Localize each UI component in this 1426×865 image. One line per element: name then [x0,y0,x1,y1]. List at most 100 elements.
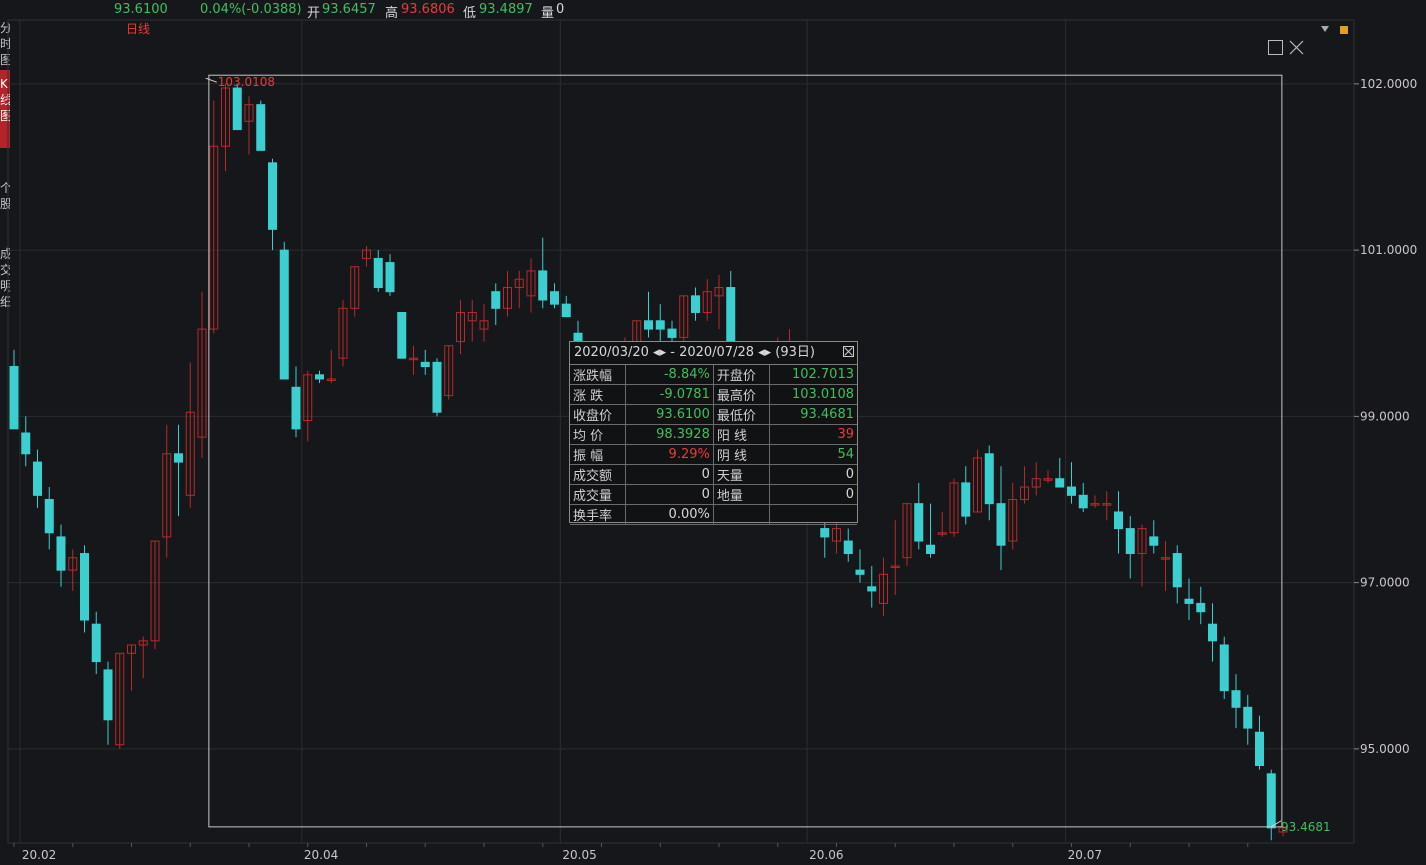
stats-value: 93.6100 [624,404,714,425]
candle-down [1208,623,1217,642]
stats-row: 成交额 0 天量 0 [570,464,857,485]
stats-row: 涨跌幅 -8.84% 开盘价 102.7013 [570,365,857,385]
stats-label: 开盘价 [712,365,770,385]
candle-down [1184,598,1194,604]
stats-row: 振 幅 9.29% 阴 线 54 [570,444,857,465]
stats-row: 收盘价 93.6100 最低价 93.4681 [570,404,857,425]
stats-label: 阳 线 [712,424,770,445]
stats-label: 成交量 [570,484,626,505]
y-tick-label: 95.0000 [1360,742,1410,756]
stats-value: 0 [624,464,714,485]
candle-down [103,669,113,721]
stats-label: 成交额 [570,464,626,485]
stats-value: 39 [768,424,857,445]
stats-value: -8.84% [624,365,714,385]
stats-label: 涨 跌 [570,384,626,405]
candle-down [538,270,548,301]
y-tick-label: 102.0000 [1360,77,1417,91]
stats-label: 最低价 [712,404,770,425]
candle-down [1078,494,1088,509]
candle-down [256,104,266,151]
candle-down [996,503,1006,546]
stats-value: 9.29% [624,444,714,465]
candle-down [926,544,935,555]
stats-value [768,504,857,525]
stats-label: 最高价 [712,384,770,405]
high-annotation: 103.0108 [218,75,275,89]
candle-down [268,162,277,230]
candle-down [385,262,395,293]
y-tick-label: 99.0000 [1360,409,1410,423]
stats-label: 振 幅 [570,444,626,465]
candle-down [655,320,665,330]
stats-value: 98.3928 [624,424,714,445]
stats-range-text: 2020/03/20 ◂▸ - 2020/07/28 ◂▸ (93日) [574,345,815,360]
stats-value: 0 [768,484,857,505]
candle-down [1114,511,1123,530]
candle-down [820,528,830,538]
candle-down [867,586,877,592]
stats-label: 天量 [712,464,770,485]
x-tick-label: 20.07 [1068,848,1102,862]
candle-down [984,453,994,505]
x-tick-label: 20.05 [562,848,596,862]
candle-down [667,328,677,338]
candle-down [291,386,301,430]
stats-table: 涨跌幅 -8.84% 开盘价 102.7013 涨 跌 -9.0781 最高价 103.010… [570,365,857,525]
candle-down [432,361,442,413]
stats-label: 均 价 [570,424,626,445]
high-pointer [205,77,217,83]
candle-down [315,374,324,380]
stats-value: -9.0781 [624,384,714,405]
stats-row: 换手率 0.00% [570,504,857,525]
stats-value: 0 [624,484,714,505]
x-tick-label: 20.02 [22,848,56,862]
candle-down [1231,690,1241,708]
candle-down [279,249,289,380]
candle-down [1149,536,1159,546]
stats-range-header: 2020/03/20 ◂▸ - 2020/07/28 ◂▸ (93日) [570,342,857,365]
candle-down [855,569,865,575]
stats-label: 收盘价 [570,404,626,425]
candle-down [1067,486,1076,496]
candle-down [1196,602,1206,613]
stats-label [712,504,770,525]
y-tick-label: 101.0000 [1360,243,1417,257]
stats-close-icon[interactable] [843,346,854,357]
candle-down [1055,478,1065,488]
stats-value: 102.7013 [768,365,857,385]
stats-label: 换手率 [570,504,626,525]
low-annotation: 93.4681 [1281,820,1331,834]
stats-row: 涨 跌 -9.0781 最高价 103.0108 [570,384,857,405]
candle-down [961,482,971,517]
candle-down [1172,553,1182,588]
candle-down [561,303,571,318]
x-tick-label: 20.04 [304,848,338,862]
candle-down [1125,528,1135,555]
x-tick-label: 20.06 [809,848,843,862]
stats-value: 93.4681 [768,404,857,425]
candle-down [550,291,559,305]
candle-down [232,87,242,131]
candle-down [1255,731,1264,766]
stats-row: 均 价 98.3928 阳 线 39 [570,424,857,445]
candle-down [174,453,183,463]
candle-down [491,291,501,309]
stats-value: 0.00% [624,504,714,525]
candle-down [691,295,700,313]
stats-label: 阴 线 [712,444,770,465]
candle-down [373,257,383,289]
y-tick-label: 97.0000 [1360,576,1410,590]
stats-label: 涨跌幅 [570,365,626,385]
candle-down [420,361,430,367]
candle-down [1266,773,1276,829]
candle-down [9,366,19,430]
candle-down [91,623,101,663]
candle-down [21,432,31,455]
stats-value: 54 [768,444,857,465]
candle-down [644,320,653,330]
candle-down [44,499,54,534]
stats-label: 地量 [712,484,770,505]
stats-value: 0 [768,464,857,485]
stats-row: 成交量 0 地量 0 [570,484,857,505]
